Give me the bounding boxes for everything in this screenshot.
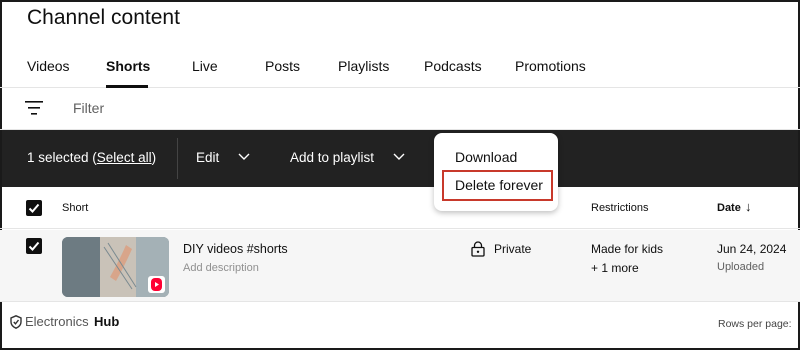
filter-input[interactable]: Filter [73,100,104,116]
page-title: Channel content [27,6,180,29]
more-actions-dropdown: Download Delete forever [434,133,558,211]
column-header-date[interactable]: Date [717,202,741,214]
rows-per-page-label: Rows per page: [718,318,792,330]
column-header-restrictions: Restrictions [591,202,649,214]
filter-bar: Filter [0,88,800,130]
tab-promotions[interactable]: Promotions [515,58,586,74]
logo-text-electronics: Electronics [25,314,89,329]
restriction-primary: Made for kids [591,242,664,256]
column-header-short: Short [62,202,89,214]
edit-button[interactable]: Edit [196,150,219,165]
short-description[interactable]: Add description [183,262,259,274]
tab-playlists[interactable]: Playlists [338,58,389,74]
logo-text-hub: Hub [94,314,120,329]
menu-item-download[interactable]: Download [455,149,517,165]
tab-videos[interactable]: Videos [27,58,70,74]
short-title[interactable]: DIY videos #shorts [183,242,288,256]
shorts-logo-icon [148,276,165,293]
shield-logo-icon [10,315,22,329]
checkmark-icon [28,203,40,213]
select-all-checkbox[interactable] [26,200,42,216]
filter-icon[interactable] [25,100,43,116]
tab-shorts[interactable]: Shorts [106,58,150,74]
menu-item-delete-forever[interactable]: Delete forever [455,177,543,193]
add-to-playlist-button[interactable]: Add to playlist [290,150,374,165]
add-to-playlist-chevron-down-icon[interactable] [392,152,406,162]
video-thumbnail[interactable] [62,237,169,297]
checkmark-icon [28,241,40,251]
restriction-more: + 1 more [591,261,639,275]
upload-date: Jun 24, 2024 [717,242,787,256]
upload-status: Uploaded [717,261,765,273]
table-header: Short Restrictions Date ↓ [0,187,800,229]
select-all-link[interactable]: Select all [97,150,152,165]
tab-bar: Videos Shorts Live Posts Playlists Podca… [0,48,800,88]
lock-icon [471,241,485,257]
selected-count: 1 selected ( [27,150,97,165]
selection-status: 1 selected (Select all) [27,150,156,165]
sort-down-arrow-icon[interactable]: ↓ [745,199,752,214]
selection-close-paren: ) [151,150,157,165]
edit-chevron-down-icon[interactable] [237,152,251,162]
tab-live[interactable]: Live [192,58,218,74]
tab-podcasts[interactable]: Podcasts [424,58,482,74]
visibility-status[interactable]: Private [494,242,531,256]
action-bar-divider [177,138,178,179]
selection-action-bar: 1 selected (Select all) Edit Add to play… [2,130,798,187]
row-checkbox[interactable] [26,238,42,254]
table-row[interactable]: DIY videos #shorts Add description Priva… [0,230,800,302]
tab-posts[interactable]: Posts [265,58,300,74]
